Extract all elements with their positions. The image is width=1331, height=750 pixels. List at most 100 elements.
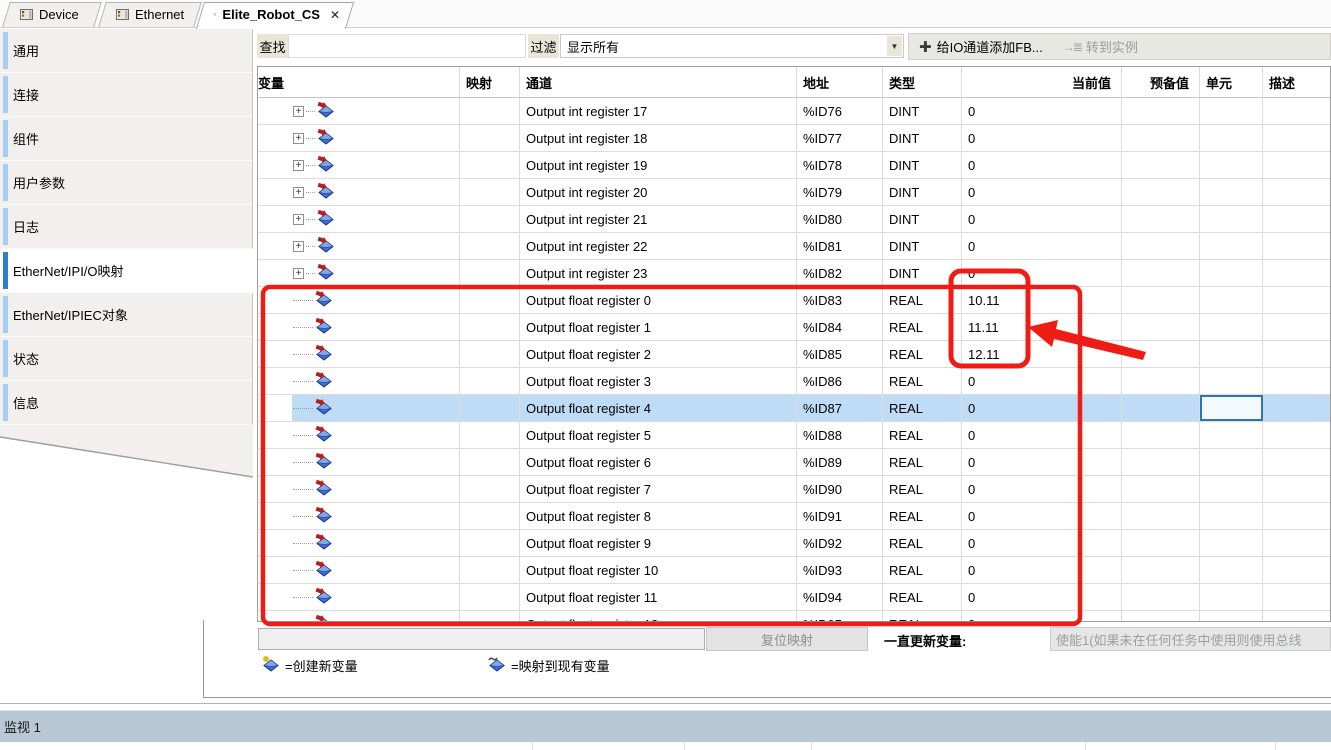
table-row[interactable]: +Output int register 22%ID81DINT0 [258, 233, 1330, 260]
prepared-value-cell[interactable] [1122, 395, 1200, 421]
table-row[interactable]: Output float register 8%ID91REAL0 [258, 503, 1330, 530]
prepared-value-cell[interactable] [1122, 584, 1200, 610]
channel-cell[interactable]: Output int register 21 [520, 206, 797, 232]
type-cell[interactable]: REAL [883, 314, 962, 340]
column-header-0[interactable]: 变量 [258, 67, 460, 97]
column-header-8[interactable]: 描述 [1263, 67, 1330, 97]
table-row[interactable]: +Output int register 18%ID77DINT0 [258, 125, 1330, 152]
mapping-cell[interactable] [460, 503, 520, 529]
table-row[interactable]: Output float register 5%ID88REAL0 [258, 422, 1330, 449]
type-cell[interactable]: REAL [883, 530, 962, 556]
address-cell[interactable]: %ID76 [797, 98, 883, 124]
unit-cell[interactable] [1200, 152, 1263, 178]
column-header-7[interactable]: 单元 [1200, 67, 1263, 97]
table-row[interactable]: +Output int register 23%ID82DINT0 [258, 260, 1330, 287]
description-cell[interactable] [1263, 557, 1330, 583]
sidebar-item--[interactable]: 状态 [0, 337, 253, 381]
mapping-cell[interactable] [460, 368, 520, 394]
current-value-cell[interactable]: 0 [962, 422, 1122, 448]
channel-cell[interactable]: Output int register 20 [520, 179, 797, 205]
sidebar-item--[interactable]: 信息 [0, 381, 253, 425]
table-row[interactable]: +Output int register 19%ID78DINT0 [258, 152, 1330, 179]
address-cell[interactable]: %ID79 [797, 179, 883, 205]
current-value-cell[interactable]: 0 [962, 206, 1122, 232]
address-cell[interactable]: %ID77 [797, 125, 883, 151]
type-cell[interactable]: DINT [883, 98, 962, 124]
address-cell[interactable]: %ID87 [797, 395, 883, 421]
table-row[interactable]: Output float register 6%ID89REAL0 [258, 449, 1330, 476]
column-header-4[interactable]: 类型 [883, 67, 962, 97]
always-update-dropdown[interactable]: 使能1(如果未在任何任务中使用则使用总线 [1050, 627, 1331, 651]
table-row[interactable]: Output float register 9%ID92REAL0 [258, 530, 1330, 557]
address-cell[interactable]: %ID81 [797, 233, 883, 259]
reset-mapping-button[interactable]: 复位映射 [706, 627, 868, 651]
description-cell[interactable] [1263, 530, 1330, 556]
prepared-value-cell[interactable] [1122, 314, 1200, 340]
channel-cell[interactable]: Output float register 0 [520, 287, 797, 313]
filter-dropdown[interactable]: 显示所有 ▼ [560, 34, 904, 58]
expand-icon[interactable]: + [293, 160, 304, 171]
mapping-cell[interactable] [460, 611, 520, 621]
mapping-cell[interactable] [460, 422, 520, 448]
unit-cell[interactable] [1200, 287, 1263, 313]
type-cell[interactable]: REAL [883, 341, 962, 367]
channel-cell[interactable]: Output int register 22 [520, 233, 797, 259]
description-cell[interactable] [1263, 179, 1330, 205]
description-cell[interactable] [1263, 233, 1330, 259]
unit-cell[interactable] [1200, 476, 1263, 502]
table-row[interactable]: Output float register 2%ID85REAL12.11 [258, 341, 1330, 368]
unit-cell[interactable] [1200, 557, 1263, 583]
type-cell[interactable]: DINT [883, 125, 962, 151]
table-row[interactable]: Output float register 10%ID93REAL0 [258, 557, 1330, 584]
unit-cell[interactable] [1200, 179, 1263, 205]
document-tab-elite_robot_cs[interactable]: Elite_Robot_CS✕ [200, 2, 350, 27]
prepared-value-cell[interactable] [1122, 368, 1200, 394]
address-cell[interactable]: %ID93 [797, 557, 883, 583]
mapping-cell[interactable] [460, 233, 520, 259]
unit-cell[interactable] [1200, 422, 1263, 448]
description-cell[interactable] [1263, 98, 1330, 124]
watch-panel-header[interactable]: 监视 1 [0, 710, 1331, 742]
channel-cell[interactable]: Output float register 6 [520, 449, 797, 475]
address-cell[interactable]: %ID80 [797, 206, 883, 232]
sidebar-item-ethernet-ipiec-[interactable]: EtherNet/IPIEC对象 [0, 293, 253, 337]
prepared-value-cell[interactable] [1122, 260, 1200, 286]
mapping-cell[interactable] [460, 260, 520, 286]
type-cell[interactable]: REAL [883, 368, 962, 394]
unit-cell[interactable] [1200, 98, 1263, 124]
prepared-value-cell[interactable] [1122, 125, 1200, 151]
channel-cell[interactable]: Output int register 19 [520, 152, 797, 178]
current-value-cell[interactable]: 0 [962, 530, 1122, 556]
address-cell[interactable]: %ID94 [797, 584, 883, 610]
type-cell[interactable]: REAL [883, 449, 962, 475]
table-row[interactable]: Output float register 4%ID87REAL0 [258, 395, 1330, 422]
description-cell[interactable] [1263, 584, 1330, 610]
table-row[interactable]: +Output int register 17%ID76DINT0 [258, 98, 1330, 125]
table-row[interactable]: Output float register 12%ID95REAL0 [258, 611, 1330, 621]
current-value-cell[interactable]: 0 [962, 557, 1122, 583]
prepared-value-cell[interactable] [1122, 179, 1200, 205]
expand-icon[interactable]: + [293, 187, 304, 198]
description-cell[interactable] [1263, 314, 1330, 340]
prepared-value-cell[interactable] [1122, 287, 1200, 313]
current-value-cell[interactable]: 0 [962, 503, 1122, 529]
prepared-value-cell[interactable] [1122, 98, 1200, 124]
type-cell[interactable]: DINT [883, 179, 962, 205]
mapping-cell[interactable] [460, 152, 520, 178]
unit-cell[interactable] [1200, 503, 1263, 529]
prepared-value-cell[interactable] [1122, 152, 1200, 178]
current-value-cell[interactable]: 0 [962, 98, 1122, 124]
prepared-value-cell[interactable] [1122, 557, 1200, 583]
current-value-cell[interactable]: 0 [962, 368, 1122, 394]
close-icon[interactable]: ✕ [330, 8, 340, 22]
description-cell[interactable] [1263, 206, 1330, 232]
mapping-cell[interactable] [460, 125, 520, 151]
chevron-down-icon[interactable]: ▼ [887, 36, 902, 56]
type-cell[interactable]: REAL [883, 503, 962, 529]
type-cell[interactable]: DINT [883, 233, 962, 259]
unit-cell[interactable] [1200, 125, 1263, 151]
sidebar-item--[interactable]: 用户参数 [0, 161, 253, 205]
prepared-value-cell[interactable] [1122, 611, 1200, 621]
type-cell[interactable]: REAL [883, 611, 962, 621]
address-cell[interactable]: %ID90 [797, 476, 883, 502]
